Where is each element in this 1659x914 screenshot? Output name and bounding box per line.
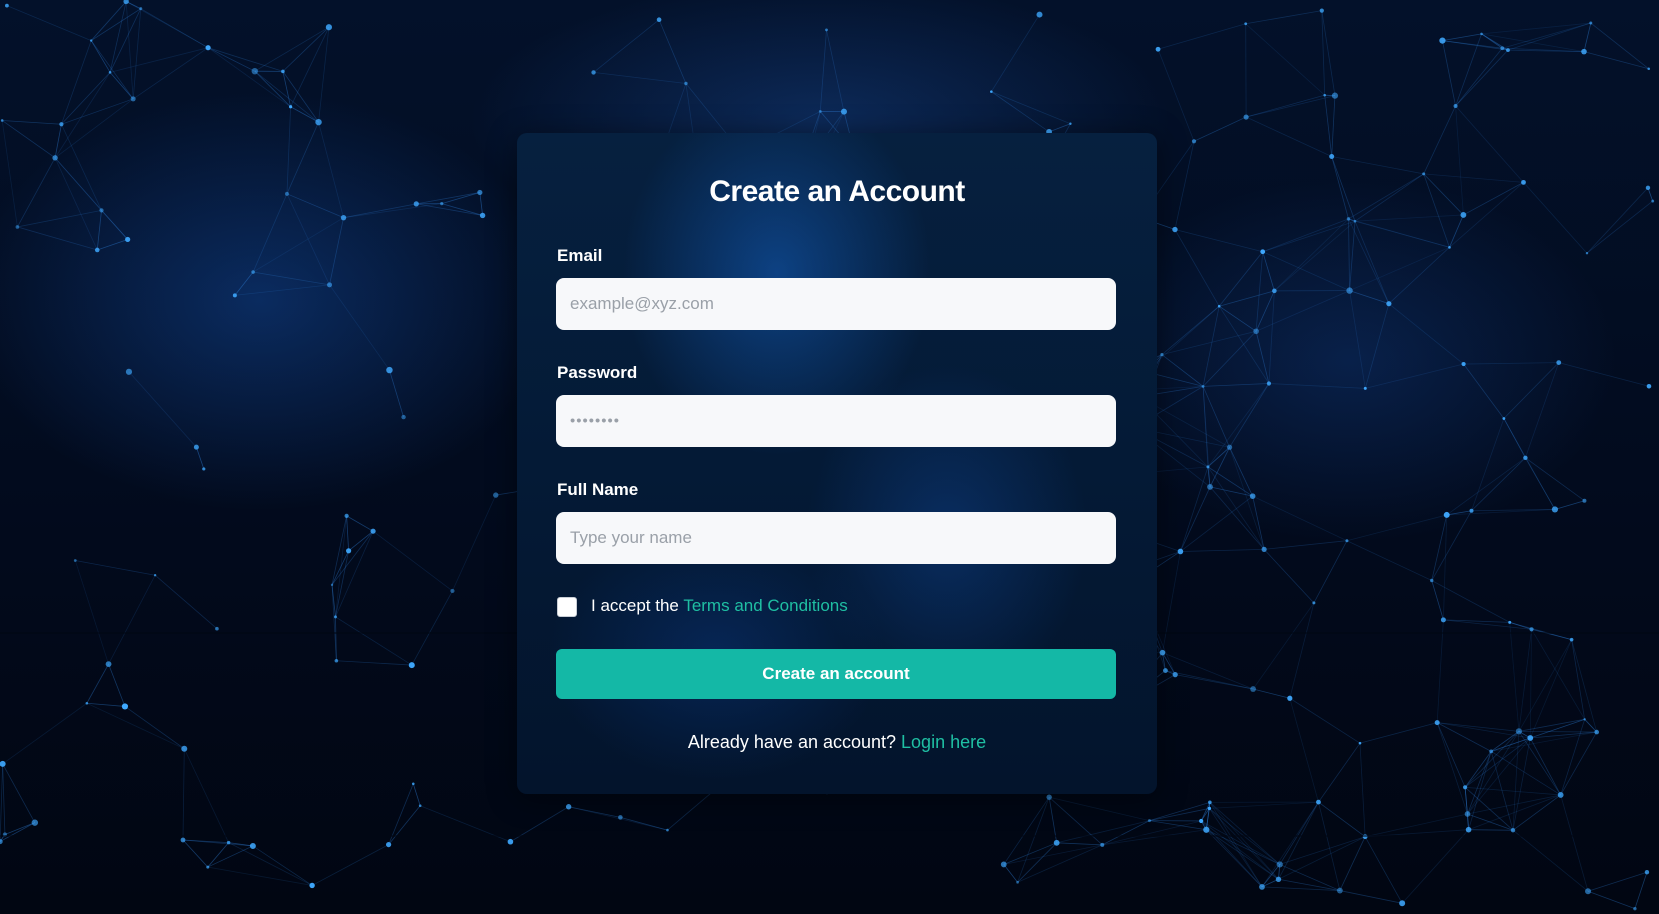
login-prompt-text: Already have an account? bbox=[687, 732, 902, 752]
terms-link[interactable]: Terms and Conditions bbox=[683, 596, 847, 615]
background-seam bbox=[0, 835, 1659, 837]
signup-card: Create an Account Email Password •••••••… bbox=[517, 133, 1157, 794]
terms-checkbox[interactable] bbox=[557, 597, 577, 617]
login-prompt: Already have an account? Login here bbox=[517, 732, 1157, 753]
password-field-wrapper: •••••••• bbox=[556, 395, 1116, 447]
page-title: Create an Account bbox=[709, 175, 965, 208]
full-name-label: Full Name bbox=[557, 480, 639, 499]
login-link[interactable]: Login here bbox=[901, 732, 986, 752]
create-account-button[interactable]: Create an account bbox=[556, 649, 1116, 699]
password-field[interactable] bbox=[556, 395, 1116, 447]
full-name-field[interactable] bbox=[556, 512, 1116, 564]
email-label: Email bbox=[557, 246, 603, 265]
email-field[interactable] bbox=[556, 278, 1116, 330]
password-label: Password bbox=[557, 363, 638, 382]
terms-text: I accept the Terms and Conditions bbox=[591, 596, 848, 616]
terms-prefix: I accept the bbox=[591, 596, 684, 615]
